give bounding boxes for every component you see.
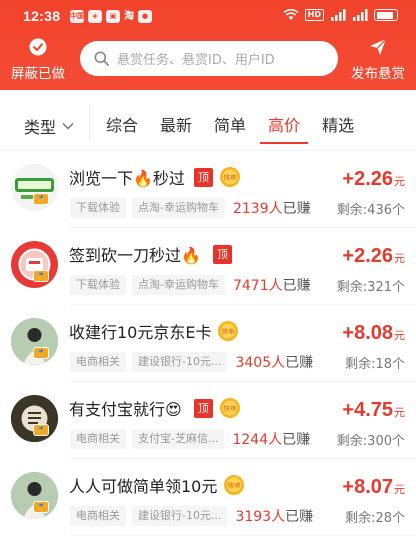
task-title: 收建行10元京东E卡 (69, 323, 212, 342)
row-divider (70, 535, 416, 536)
remaining-count: 剩余:300个 (336, 434, 405, 449)
publish-reward-label: 发布悬赏 (351, 66, 405, 82)
merchant-tag: 点淘-幸运购物车 (132, 275, 225, 295)
reward-amount: +8.07元 (342, 476, 405, 498)
task-row[interactable]: 🏅 签到砍一刀秒过🔥 顶 下载体验 点淘-幸运购物车 7471人已赚 +2.26… (0, 228, 416, 305)
status-time: 12:38 (23, 8, 61, 24)
top-badge: 顶 (212, 244, 232, 264)
signal-icon (331, 9, 346, 21)
tab-newest[interactable]: 最新 (160, 112, 192, 138)
task-title: 浏览一下🔥秒过 (69, 169, 185, 188)
merchant-tag: 建设银行-10元... (132, 506, 228, 526)
app-header: 12:38 中国 ◈ ▣ 淘 ● HD 屏蔽已做 悬赏任务、悬赏ID、用户ID … (0, 0, 416, 90)
block-completed-label: 屏蔽已做 (11, 66, 65, 82)
task-row[interactable]: 🏅 有支付宝就行😍 顶 快审 电商相关 支付宝-芝麻信... 1244人已赚 +… (0, 382, 416, 459)
svg-text:快审: 快审 (223, 173, 236, 182)
remaining-count: 剩余:18个 (345, 357, 405, 372)
task-title: 有支付宝就行😍 (69, 400, 182, 419)
svg-text:快审: 快审 (228, 481, 241, 490)
notification-app-icon: ● (138, 10, 152, 23)
send-icon (370, 38, 387, 55)
merchant-tag: 点淘-幸运购物车 (132, 198, 225, 218)
system-icons: HD (283, 9, 398, 21)
top-badge: 顶 (193, 398, 213, 418)
filter-divider (89, 104, 90, 140)
sort-tabs: 综合 最新 简单 高价 精选 (106, 112, 376, 144)
notification-icons: 中国 ◈ ▣ 淘 ● (70, 10, 152, 23)
signal-icon (353, 9, 368, 21)
remaining-count: 剩余:436个 (336, 203, 405, 218)
reward-amount: +4.75元 (342, 399, 405, 421)
category-tag: 电商相关 (70, 429, 126, 449)
block-completed-button[interactable]: 屏蔽已做 (3, 38, 73, 82)
search-input[interactable]: 悬赏任务、悬赏ID、用户ID (80, 41, 338, 76)
task-row[interactable]: 🏅 人人可做简单领10元 快审 电商相关 建设银行-10元... 3193人已赚… (0, 459, 416, 536)
chevron-down-icon (62, 122, 74, 130)
task-row[interactable]: 🏅 收建行10元京东E卡 快审 电商相关 建设银行-10元... 3405人已赚… (0, 305, 416, 382)
earned-count: 3193人已赚 (235, 509, 314, 525)
tab-featured[interactable]: 精选 (322, 112, 354, 138)
fast-review-icon: 快审 (219, 167, 240, 187)
reward-amount: +2.26元 (342, 168, 405, 190)
reward-amount: +8.08元 (342, 322, 405, 344)
type-dropdown-label: 类型 (24, 118, 57, 137)
avatar-badge: 🏅 (33, 347, 49, 359)
svg-text:快审: 快审 (222, 327, 235, 336)
earned-count: 3405人已赚 (235, 355, 314, 371)
task-title: 签到砍一刀秒过🔥 (69, 246, 201, 265)
avatar-badge: 🏅 (33, 193, 49, 205)
tab-high-price[interactable]: 高价 (260, 112, 309, 144)
notification-app-icon: ▣ (106, 10, 120, 23)
svg-text:快审: 快审 (223, 404, 236, 413)
reward-amount: +2.26元 (342, 245, 405, 267)
fast-review-icon: 快审 (219, 398, 240, 418)
tab-simple[interactable]: 简单 (214, 112, 246, 138)
fast-review-icon: 快审 (224, 475, 245, 495)
filter-bar: 类型 综合 最新 简单 高价 精选 (0, 90, 416, 150)
category-tag: 电商相关 (70, 506, 126, 526)
remaining-count: 剩余:28个 (345, 511, 405, 526)
earned-count: 2139人已赚 (232, 201, 311, 217)
merchant-tag: 建设银行-10元... (132, 352, 228, 372)
earned-count: 1244人已赚 (232, 432, 311, 448)
check-circle-icon (29, 38, 47, 56)
battery-icon (374, 9, 398, 21)
task-row[interactable]: 🏅 浏览一下🔥秒过 顶 快审 下载体验 点淘-幸运购物车 2139人已赚 +2.… (0, 151, 416, 228)
search-placeholder: 悬赏任务、悬赏ID、用户ID (117, 53, 275, 68)
notification-app-icon: ◈ (88, 10, 102, 23)
hd-icon: HD (304, 9, 324, 21)
category-tag: 电商相关 (70, 352, 126, 372)
avatar-badge: 🏅 (33, 501, 49, 513)
category-tag: 下载体验 (70, 198, 126, 218)
merchant-tag: 支付宝-芝麻信... (132, 429, 225, 449)
task-title: 人人可做简单领10元 (69, 477, 218, 496)
search-icon (94, 51, 109, 66)
type-dropdown[interactable]: 类型 (24, 114, 75, 138)
remaining-count: 剩余:321个 (336, 280, 405, 295)
avatar-badge: 🏅 (33, 424, 49, 436)
top-badge: 顶 (193, 167, 213, 187)
earned-count: 7471人已赚 (232, 278, 311, 294)
fast-review-icon: 快审 (218, 321, 239, 341)
tab-comprehensive[interactable]: 综合 (106, 112, 138, 138)
category-tag: 下载体验 (70, 275, 126, 295)
status-bar: 12:38 中国 ◈ ▣ 淘 ● HD (0, 0, 416, 34)
avatar-badge: 🏅 (33, 270, 49, 282)
publish-reward-button[interactable]: 发布悬赏 (343, 38, 413, 82)
task-list: 🏅 浏览一下🔥秒过 顶 快审 下载体验 点淘-幸运购物车 2139人已赚 +2.… (0, 151, 416, 536)
wifi-icon (283, 9, 299, 20)
notification-app-icon: 中国 (70, 10, 84, 23)
notification-app-icon: 淘 (124, 11, 134, 22)
